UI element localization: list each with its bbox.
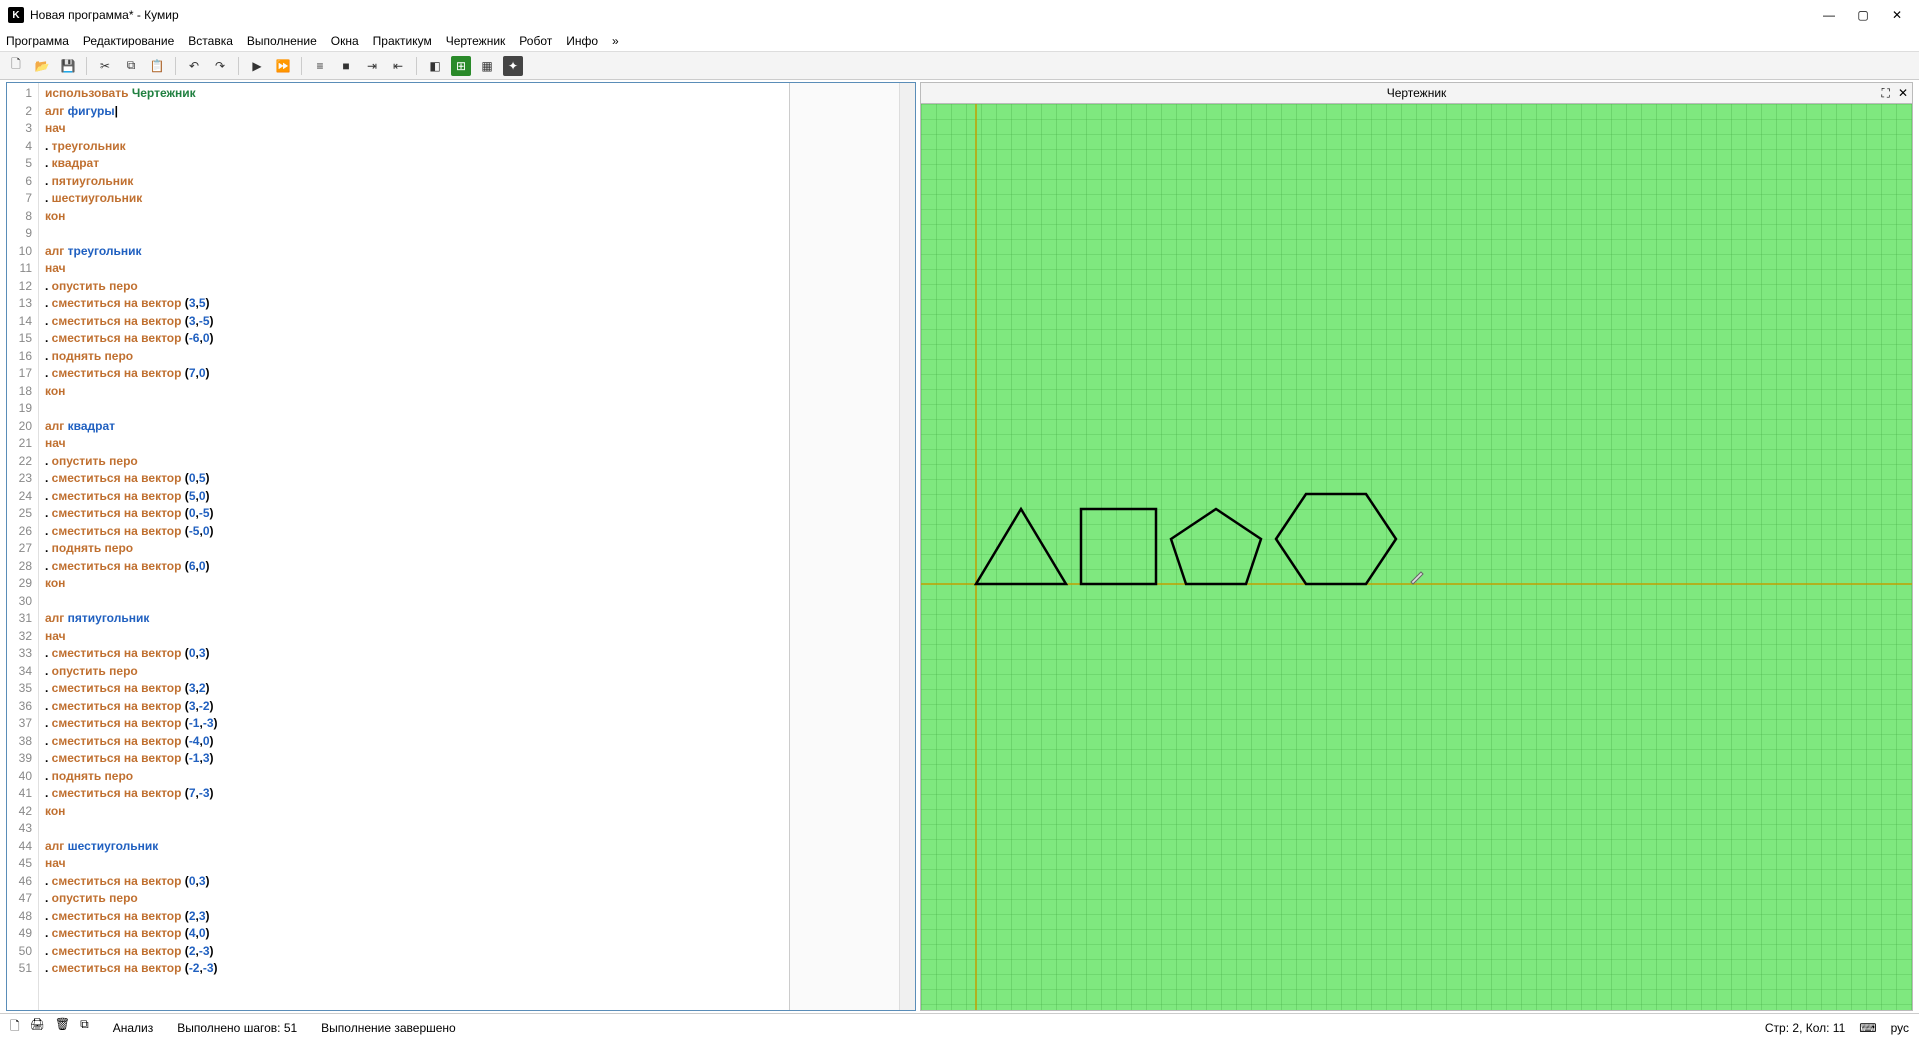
cut-button[interactable]: ✂ <box>95 56 115 76</box>
statusbar: 🗋 🖨 🗑 ⧉ Анализ Выполнено шагов: 51 Выпол… <box>0 1013 1919 1041</box>
main-area: 1234567891011121314151617181920212223242… <box>0 80 1919 1013</box>
code-editor[interactable]: использовать Чертежникалг фигуры|нач. тр… <box>39 83 789 1010</box>
status-icon-4[interactable]: ⧉ <box>80 1017 89 1038</box>
titlebar: K Новая программа* - Кумир — ▢ ✕ <box>0 0 1919 30</box>
status-icon-1[interactable]: 🗋 <box>10 1017 20 1038</box>
tool-panel-2[interactable]: ▦ <box>477 56 497 76</box>
drawing-canvas[interactable] <box>920 104 1913 1011</box>
open-file-button[interactable]: 📂 <box>32 56 52 76</box>
menu-item-8[interactable]: Инфо <box>566 34 598 48</box>
status-keyboard-icon[interactable]: ⌨ <box>1859 1021 1876 1035</box>
menu-item-4[interactable]: Окна <box>331 34 359 48</box>
status-language[interactable]: рус <box>1891 1021 1909 1035</box>
status-position: Стр: 2, Кол: 11 <box>1765 1021 1845 1035</box>
menubar: Программа Редактирование Вставка Выполнение… <box>0 30 1919 52</box>
menu-item-7[interactable]: Робот <box>519 34 552 48</box>
tool-robot-button[interactable]: ✦ <box>503 56 523 76</box>
undo-button[interactable]: ↶ <box>184 56 204 76</box>
window-title: Новая программа* - Кумир <box>30 8 179 22</box>
window-controls: — ▢ ✕ <box>1821 8 1905 22</box>
step-out-button[interactable]: ⇤ <box>388 56 408 76</box>
maximize-button[interactable]: ▢ <box>1855 8 1871 22</box>
canvas-svg <box>921 104 1913 1011</box>
redo-button[interactable]: ↷ <box>210 56 230 76</box>
step-in-button[interactable]: ≡ <box>310 56 330 76</box>
editor-pane: 1234567891011121314151617181920212223242… <box>6 82 916 1011</box>
canvas-title: Чертежник <box>1387 86 1447 100</box>
toolbar-separator <box>175 57 176 75</box>
drawing-pane: Чертежник ⛶ ✕ <box>920 82 1913 1011</box>
menu-item-3[interactable]: Выполнение <box>247 34 317 48</box>
canvas-titlebar: Чертежник ⛶ ✕ <box>920 82 1913 104</box>
canvas-maximize-icon[interactable]: ⛶ <box>1882 86 1890 101</box>
status-steps: Выполнено шагов: 51 <box>177 1021 297 1035</box>
run-button[interactable]: ▶ <box>247 56 267 76</box>
toolbar-separator <box>86 57 87 75</box>
status-icon-3[interactable]: 🗑 <box>55 1017 70 1038</box>
paste-button[interactable]: 📋 <box>147 56 167 76</box>
menu-item-1[interactable]: Редактирование <box>83 34 174 48</box>
canvas-close-icon[interactable]: ✕ <box>1898 86 1908 101</box>
minimize-button[interactable]: — <box>1821 8 1837 22</box>
editor-sidebar <box>789 83 899 1010</box>
menu-item-5[interactable]: Практикум <box>373 34 432 48</box>
menu-item-0[interactable]: Программа <box>6 34 69 48</box>
status-run: Выполнение завершено <box>321 1021 456 1035</box>
run-fast-button[interactable]: ⏩ <box>273 56 293 76</box>
save-file-button[interactable]: 💾 <box>58 56 78 76</box>
tool-grid-button[interactable]: ⊞ <box>451 56 471 76</box>
menu-item-9[interactable]: » <box>612 34 619 48</box>
vertical-scrollbar[interactable] <box>899 83 915 1010</box>
step-over-button[interactable]: ⇥ <box>362 56 382 76</box>
status-icon-2[interactable]: 🖨 <box>30 1017 45 1038</box>
toolbar: 🗋 📂 💾 ✂ ⧉ 📋 ↶ ↷ ▶ ⏩ ≡ ■ ⇥ ⇤ ◧ ⊞ ▦ ✦ <box>0 52 1919 80</box>
menu-item-2[interactable]: Вставка <box>188 34 233 48</box>
app-icon: K <box>8 7 24 23</box>
toolbar-separator <box>301 57 302 75</box>
toolbar-separator <box>238 57 239 75</box>
new-file-button[interactable]: 🗋 <box>6 56 26 76</box>
toolbar-separator <box>416 57 417 75</box>
line-gutter: 1234567891011121314151617181920212223242… <box>7 83 39 1010</box>
menu-item-6[interactable]: Чертежник <box>446 34 506 48</box>
status-analysis: Анализ <box>113 1021 154 1035</box>
stop-button[interactable]: ■ <box>336 56 356 76</box>
copy-button[interactable]: ⧉ <box>121 56 141 76</box>
close-button[interactable]: ✕ <box>1889 8 1905 22</box>
tool-panel-1[interactable]: ◧ <box>425 56 445 76</box>
